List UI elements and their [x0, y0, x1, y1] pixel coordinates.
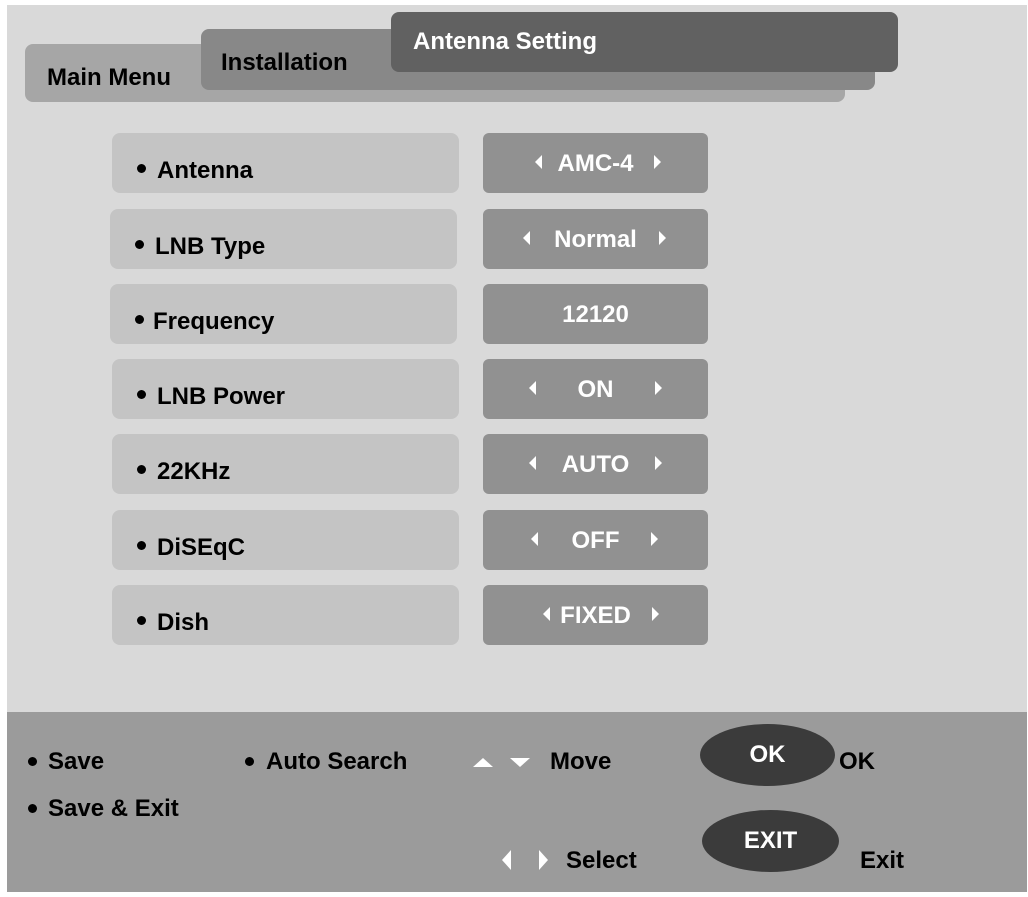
arrow-right-icon[interactable]	[659, 231, 666, 245]
hint-move: Move	[550, 748, 612, 775]
tab-main-menu-label: Main Menu	[47, 64, 171, 91]
ok-button-label: OK	[749, 741, 786, 768]
setting-value: FIXED	[560, 602, 631, 629]
arrow-right-icon[interactable]	[652, 607, 659, 621]
setting-label-box: 22KHz	[112, 434, 459, 494]
bullet-dot-icon	[137, 616, 146, 625]
setting-value: AUTO	[561, 451, 630, 478]
tab-installation-label: Installation	[221, 49, 348, 76]
setting-value-frequency[interactable]: 12120	[483, 284, 708, 344]
bullet-dot-icon	[135, 240, 144, 249]
setting-row-diseqc[interactable]: DiSEqC OFF	[7, 510, 1027, 570]
bullet-dot-icon	[245, 757, 254, 766]
setting-value: OFF	[571, 527, 620, 554]
hint-save: Save	[48, 748, 105, 775]
bullet-dot-icon	[137, 541, 146, 550]
setting-label: 22KHz	[157, 458, 231, 485]
exit-button-label: EXIT	[743, 827, 798, 854]
setting-label-box: Frequency	[110, 284, 457, 344]
setting-label-box: Antenna	[112, 133, 459, 193]
hint-auto-search: Auto Search	[266, 748, 408, 775]
osd-screen: Main Menu Installation Antenna Setting A…	[7, 5, 1027, 892]
hint-save-exit: Save & Exit	[48, 795, 179, 822]
setting-value-diseqc[interactable]: OFF	[483, 510, 708, 570]
setting-label: Antenna	[157, 157, 253, 184]
setting-value-22khz[interactable]: AUTO	[483, 434, 708, 494]
arrow-left-icon	[502, 850, 511, 870]
exit-button[interactable]: EXIT	[702, 810, 839, 872]
bullet-dot-icon	[135, 315, 144, 324]
bullet-dot-icon	[28, 804, 37, 813]
setting-value: AMC-4	[557, 150, 634, 177]
setting-label: DiSEqC	[157, 534, 246, 561]
setting-label: LNB Type	[155, 233, 266, 260]
setting-label-box: DiSEqC	[112, 510, 459, 570]
hint-select: Select	[566, 847, 637, 874]
setting-row-22khz[interactable]: 22KHz AUTO	[7, 434, 1027, 494]
arrow-right-icon	[539, 850, 548, 870]
setting-row-antenna[interactable]: Antenna AMC-4	[7, 133, 1027, 193]
bullet-dot-icon	[137, 390, 146, 399]
hint-bar: Save Auto Search Move OK OK Save & Exit …	[7, 712, 1027, 892]
arrow-right-icon[interactable]	[654, 155, 661, 169]
setting-value: 12120	[562, 301, 629, 328]
setting-label: LNB Power	[157, 383, 286, 410]
setting-label: Dish	[157, 609, 210, 636]
arrow-down-icon	[510, 758, 530, 767]
setting-row-lnb-power[interactable]: LNB Power ON	[7, 359, 1027, 419]
arrow-right-icon[interactable]	[651, 532, 658, 546]
arrow-right-icon[interactable]	[655, 456, 662, 470]
setting-row-frequency[interactable]: Frequency 12120	[7, 284, 1027, 344]
setting-label-box: LNB Power	[112, 359, 459, 419]
setting-value: Normal	[554, 226, 637, 253]
setting-value-lnb-type[interactable]: Normal	[483, 209, 708, 269]
arrow-right-icon[interactable]	[655, 381, 662, 395]
setting-value-antenna[interactable]: AMC-4	[483, 133, 708, 193]
bullet-dot-icon	[137, 465, 146, 474]
bullet-dot-icon	[28, 757, 37, 766]
hint-ok: OK	[839, 748, 875, 775]
setting-row-dish[interactable]: Dish FIXED	[7, 585, 1027, 645]
setting-value: ON	[577, 376, 614, 403]
tab-antenna-setting-label: Antenna Setting	[413, 28, 597, 55]
setting-value-lnb-power[interactable]: ON	[483, 359, 708, 419]
setting-label: Frequency	[153, 308, 275, 335]
setting-label-box: Dish	[112, 585, 459, 645]
bullet-dot-icon	[137, 164, 146, 173]
setting-label-box: LNB Type	[110, 209, 457, 269]
setting-row-lnb-type[interactable]: LNB Type Normal	[7, 209, 1027, 269]
setting-value-dish[interactable]: FIXED	[483, 585, 708, 645]
hint-exit: Exit	[860, 847, 905, 874]
tab-antenna-setting[interactable]: Antenna Setting	[391, 12, 898, 72]
ok-button[interactable]: OK	[700, 724, 835, 786]
arrow-up-icon	[473, 758, 493, 767]
